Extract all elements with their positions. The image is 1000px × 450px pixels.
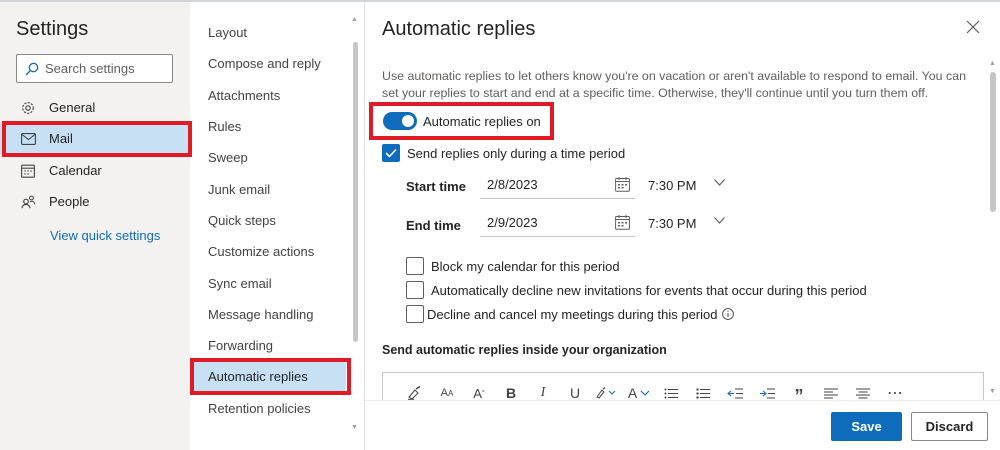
time-period-checkbox[interactable] (382, 144, 400, 162)
discard-button[interactable]: Discard (911, 412, 988, 441)
nav-item-label: People (49, 194, 90, 209)
block-calendar-label: Block my calendar for this period (431, 258, 620, 274)
category-layout[interactable]: Layout (193, 17, 346, 48)
view-quick-settings-link[interactable]: View quick settings (50, 228, 160, 243)
start-time-value: 7:30 PM (648, 177, 697, 193)
annotation-highlight-automatic-replies (190, 358, 351, 395)
settings-title: Settings (16, 18, 89, 40)
gear-icon (20, 100, 36, 116)
search-icon (25, 62, 39, 75)
category-scrollbar-thumb[interactable] (353, 42, 358, 342)
start-date-picker[interactable]: 2/8/2023 (480, 171, 635, 199)
category-sync-email[interactable]: Sync email (193, 268, 346, 299)
nav-item-calendar[interactable]: Calendar (0, 155, 190, 186)
decline-meetings-checkbox[interactable] (406, 305, 424, 323)
save-button[interactable]: Save (831, 412, 902, 441)
category-attachments[interactable]: Attachments (193, 80, 346, 111)
start-time-dropdown[interactable]: 7:30 PM (648, 171, 733, 199)
end-time-dropdown[interactable]: 7:30 PM (648, 209, 733, 237)
search-settings-box[interactable] (16, 54, 173, 83)
decline-meetings-checkbox-row[interactable]: Decline and cancel my meetings during th… (406, 305, 734, 323)
category-junk-email[interactable]: Junk email (193, 174, 346, 205)
annotation-highlight-toggle (369, 102, 554, 140)
nav-item-people[interactable]: People (0, 186, 190, 217)
decline-invitations-checkbox-row[interactable]: Automatically decline new invitations fo… (406, 281, 867, 299)
decline-meetings-label: Decline and cancel my meetings during th… (427, 306, 718, 322)
checkmark-icon (385, 148, 397, 158)
end-time-label: End time (406, 218, 461, 233)
decline-invitations-label: Automatically decline new invitations fo… (431, 282, 867, 298)
people-icon (20, 194, 36, 210)
category-customize-actions[interactable]: Customize actions (193, 236, 346, 267)
category-retention-policies[interactable]: Retention policies (193, 393, 346, 424)
start-time-label: Start time (406, 179, 466, 194)
category-forwarding[interactable]: Forwarding (193, 330, 346, 361)
page-title: Automatic replies (382, 18, 536, 40)
nav-item-general[interactable]: General (0, 92, 190, 123)
decline-invitations-checkbox[interactable] (406, 281, 424, 299)
annotation-highlight-mail (2, 121, 192, 157)
time-period-checkbox-row[interactable]: Send replies only during a time period (382, 144, 625, 162)
end-time-value: 7:30 PM (648, 215, 697, 231)
dialog-footer (365, 400, 1000, 450)
time-period-label: Send replies only during a time period (407, 145, 626, 161)
category-rules[interactable]: Rules (193, 111, 346, 142)
close-icon[interactable] (966, 20, 980, 34)
calendar-icon[interactable] (615, 215, 630, 230)
pane-divider (364, 2, 365, 450)
inside-organization-heading: Send automatic replies inside your organ… (382, 343, 667, 357)
end-date-picker[interactable]: 2/9/2023 (480, 209, 635, 237)
info-icon[interactable] (721, 308, 734, 320)
scroll-up-arrow-icon[interactable]: ▲ (989, 60, 996, 67)
start-date-value: 2/8/2023 (487, 177, 538, 192)
category-quick-steps[interactable]: Quick steps (193, 205, 346, 236)
reply-message-editor[interactable]: AA A ° B I U A ” ⋯ (382, 372, 984, 406)
nav-item-label: General (49, 100, 96, 115)
chevron-down-icon (714, 179, 725, 186)
calendar-icon[interactable] (615, 177, 630, 192)
settings-pane: Settings General Mail Calendar People Vi… (0, 2, 190, 450)
calendar-icon (20, 163, 36, 179)
scroll-down-arrow-icon[interactable]: ▼ (989, 388, 996, 395)
nav-item-label: Calendar (49, 163, 102, 178)
chevron-down-icon (714, 217, 725, 224)
font-color-label: A (627, 385, 638, 401)
category-message-handling[interactable]: Message handling (193, 299, 346, 330)
block-calendar-checkbox[interactable] (406, 257, 424, 275)
chevron-down-icon (640, 390, 650, 396)
category-sweep[interactable]: Sweep (193, 142, 346, 173)
block-calendar-checkbox-row[interactable]: Block my calendar for this period (406, 257, 620, 275)
end-date-value: 2/9/2023 (487, 215, 538, 230)
search-settings-input[interactable] (45, 61, 165, 76)
automatic-replies-description: Use automatic replies to let others know… (382, 69, 966, 100)
detail-scrollbar-thumb[interactable] (990, 72, 996, 212)
category-compose-and-reply[interactable]: Compose and reply (193, 48, 346, 79)
scroll-down-arrow-icon[interactable]: ▼ (351, 424, 358, 431)
scroll-up-arrow-icon[interactable]: ▲ (351, 16, 358, 23)
